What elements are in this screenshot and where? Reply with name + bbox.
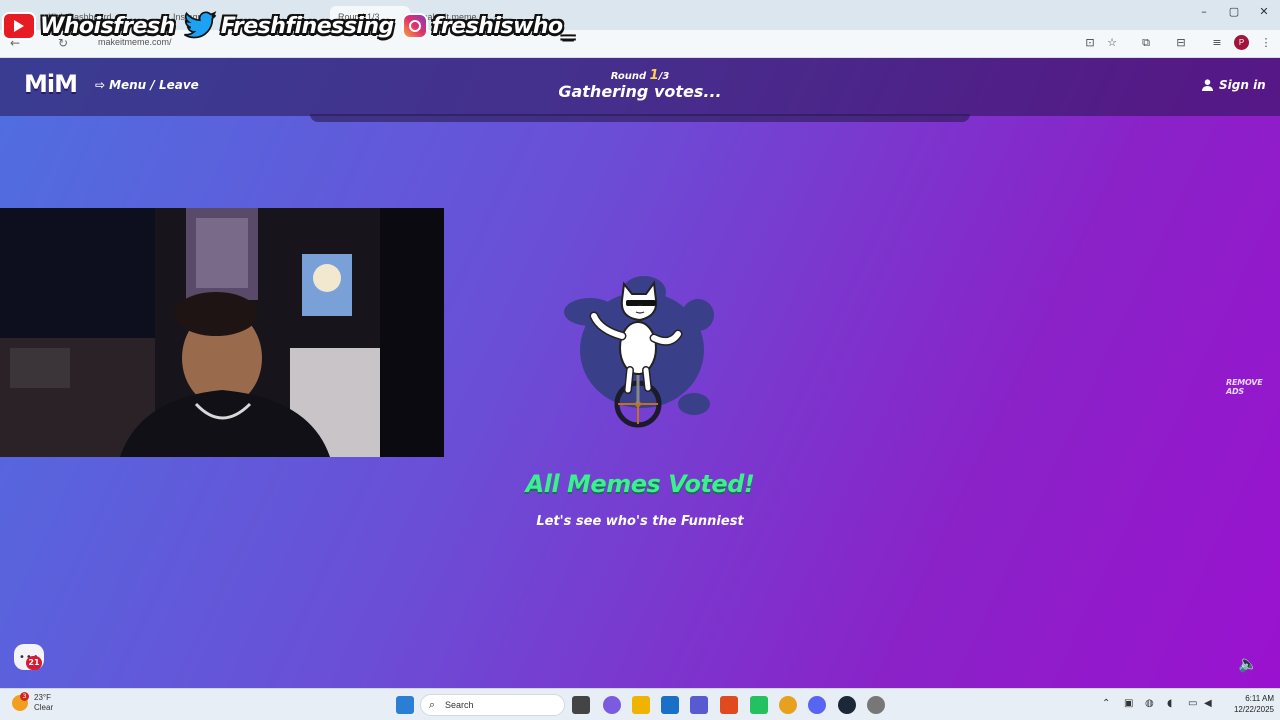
- game-status: Gathering votes...: [558, 82, 722, 101]
- kick-app-icon[interactable]: [750, 696, 768, 714]
- minimize-icon[interactable]: –: [1194, 5, 1214, 18]
- menu-leave-button[interactable]: ⇨ Menu / Leave: [95, 78, 199, 92]
- volume-icon[interactable]: ◀: [1204, 698, 1212, 709]
- webcam-feed: [0, 208, 444, 457]
- bookmark-star-icon[interactable]: ☆: [1104, 35, 1120, 51]
- browser-menu-icon[interactable]: ⋮: [1258, 35, 1274, 51]
- header-shelf: [310, 114, 970, 122]
- weather-sun-icon: 3: [12, 692, 29, 711]
- sign-in-button[interactable]: Sign in: [1202, 78, 1266, 92]
- taskbar-search[interactable]: ⌕ Search: [420, 694, 565, 716]
- weather-widget[interactable]: 3 23°F Clear: [12, 692, 54, 713]
- round-current: 1: [649, 68, 659, 83]
- chat-button[interactable]: ••• 21: [14, 644, 44, 670]
- round-indicator: Round 1/3: [560, 68, 720, 83]
- steam-icon[interactable]: [838, 696, 856, 714]
- mim-logo[interactable]: MiM: [24, 70, 78, 98]
- network-icon[interactable]: ◍: [1145, 698, 1154, 709]
- brave-browser-icon[interactable]: [720, 696, 738, 714]
- weather-temperature: 23°F: [34, 693, 51, 702]
- copilot-icon[interactable]: [603, 696, 621, 714]
- youtube-icon: [2, 12, 36, 40]
- weather-condition: Clear: [34, 703, 54, 712]
- funniest-subtitle: Let's see who's the Funniest: [536, 514, 744, 529]
- store-icon[interactable]: [661, 696, 679, 714]
- extensions-icon[interactable]: ⧉: [1138, 35, 1154, 51]
- profile-avatar[interactable]: P: [1234, 35, 1249, 50]
- all-memes-voted-heading: All Memes Voted!: [525, 470, 755, 498]
- stream-social-overlay: Whoisfresh Freshfinessing freshiswho_: [2, 8, 577, 44]
- sign-in-label: Sign in: [1219, 78, 1266, 92]
- tray-app-icon[interactable]: ▣: [1124, 698, 1133, 709]
- restore-icon[interactable]: ▢: [1224, 5, 1244, 18]
- game-header: MiM ⇨ Menu / Leave Round 1/3 Gathering v…: [0, 58, 1280, 116]
- chrome-icon[interactable]: [779, 696, 797, 714]
- remove-ads-link[interactable]: REMOVE ADS: [1226, 378, 1280, 396]
- speaker-icon[interactable]: 🔈: [1238, 654, 1258, 673]
- weather-alert-badge: 3: [20, 692, 29, 701]
- tray-overflow-chevron-icon[interactable]: ⌃: [1102, 698, 1110, 709]
- instagram-icon: [401, 13, 428, 39]
- unicycle-cat-mascot: [564, 276, 714, 428]
- task-view-icon[interactable]: [572, 696, 590, 714]
- twitter-icon: [183, 10, 217, 39]
- display-icon[interactable]: ▭: [1188, 698, 1197, 709]
- menu-leave-label: Menu / Leave: [109, 78, 199, 92]
- search-label: Search: [445, 700, 474, 710]
- round-label: Round: [610, 71, 647, 82]
- clock-date: 12/22/2025: [1233, 705, 1274, 714]
- microphone-icon[interactable]: ◖: [1167, 698, 1172, 709]
- twitter-handle: Freshfinessing: [220, 13, 394, 39]
- tab-search-icon[interactable]: ⊟: [1173, 35, 1189, 51]
- discord-icon[interactable]: [808, 696, 826, 714]
- settings-gear-icon[interactable]: [867, 696, 885, 714]
- exit-icon: ⇨: [95, 78, 106, 92]
- windows-taskbar: 3 23°F Clear ⌕ Search ⌃ ▣ ◍ ◖ ▭ ◀ 6:11 A…: [0, 688, 1280, 720]
- user-icon: [1202, 79, 1213, 91]
- media-controls-icon[interactable]: ≡: [1209, 35, 1225, 51]
- clock-time: 6:11 AM: [1245, 694, 1274, 703]
- file-explorer-icon[interactable]: [632, 696, 650, 714]
- youtube-handle: Whoisfresh: [40, 13, 175, 39]
- instagram-handle: freshiswho_: [431, 13, 574, 39]
- chat-unread-badge: 21: [26, 656, 42, 670]
- teams-icon[interactable]: [690, 696, 708, 714]
- search-icon: ⌕: [429, 698, 436, 711]
- close-icon[interactable]: ✕: [1254, 5, 1274, 18]
- round-total: /3: [658, 71, 670, 82]
- windows-start-icon[interactable]: [396, 696, 414, 714]
- install-app-icon[interactable]: ⊡: [1082, 35, 1098, 51]
- taskbar-clock[interactable]: 6:11 AM 12/22/2025: [1222, 693, 1274, 715]
